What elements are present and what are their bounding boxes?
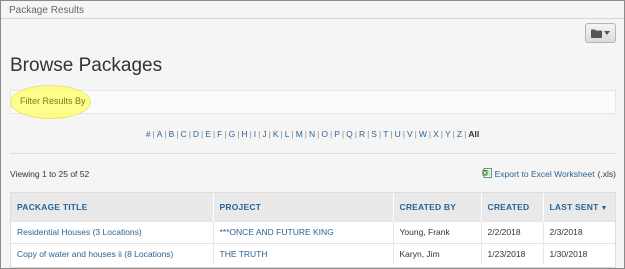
alphabet-link-k[interactable]: K bbox=[273, 129, 279, 139]
alphabet-link-x[interactable]: X bbox=[433, 129, 439, 139]
caret-down-icon bbox=[604, 31, 610, 35]
packages-table-container: PACKAGE TITLE PROJECT CREATED BY CREATED… bbox=[10, 192, 616, 268]
column-header-label: PROJECT bbox=[219, 201, 262, 212]
alphabet-separator: | bbox=[201, 129, 204, 139]
alphabet-separator: | bbox=[188, 129, 191, 139]
last-sent-cell: 1/30/2018 bbox=[543, 242, 615, 265]
created-by-cell: Young, Frank bbox=[393, 220, 482, 243]
alphabet-link-l[interactable]: L bbox=[285, 129, 290, 139]
column-header-label: LAST SENT bbox=[549, 201, 599, 212]
last-sent-cell: 2/3/2018 bbox=[543, 220, 615, 243]
table-row: Residential Houses (3 Locations) ***ONCE… bbox=[11, 220, 615, 243]
alphabet-separator: | bbox=[452, 129, 455, 139]
alphabet-separator: | bbox=[390, 129, 393, 139]
alphabet-separator: | bbox=[164, 129, 167, 139]
alphabet-link-z[interactable]: Z bbox=[457, 129, 462, 139]
alphabet-separator: | bbox=[402, 129, 405, 139]
alphabet-separator: | bbox=[152, 129, 155, 139]
alphabet-link-d[interactable]: D bbox=[193, 129, 199, 139]
alphabet-filter: # | A | B | C | D | E | F | G | H | I | J | K | L | M | N | O | P | Q | R | S |… bbox=[1, 129, 624, 139]
alphabet-separator: | bbox=[291, 129, 294, 139]
alphabet-link-v[interactable]: V bbox=[407, 129, 413, 139]
alphabet-link-q[interactable]: Q bbox=[346, 129, 353, 139]
created-cell: 1/23/2018 bbox=[481, 242, 544, 265]
export-ext: (.xls) bbox=[597, 169, 616, 179]
alphabet-link-r[interactable]: R bbox=[359, 129, 365, 139]
alphabet-link-o[interactable]: O bbox=[321, 129, 328, 139]
alphabet-separator: | bbox=[176, 129, 179, 139]
package-results-page: Package Results Browse Packages Filter R… bbox=[0, 0, 625, 269]
alphabet-link-c[interactable]: C bbox=[181, 129, 187, 139]
alphabet-link-j[interactable]: J bbox=[262, 129, 266, 139]
package-title-link[interactable]: Residential Houses (3 Locations) bbox=[11, 220, 214, 243]
alphabet-separator: | bbox=[367, 129, 370, 139]
column-header-project[interactable]: PROJECT bbox=[213, 193, 394, 221]
created-cell: 2/2/2018 bbox=[481, 220, 544, 243]
column-header-label: CREATED bbox=[487, 201, 530, 212]
sort-desc-icon: ▼ bbox=[600, 204, 608, 212]
alphabet-separator: | bbox=[249, 129, 252, 139]
page-title: Browse Packages bbox=[10, 55, 163, 76]
alphabet-link-n[interactable]: N bbox=[309, 129, 315, 139]
folder-icon bbox=[591, 29, 602, 38]
table-header-row: PACKAGE TITLE PROJECT CREATED BY CREATED… bbox=[11, 193, 615, 221]
alphabet-link-b[interactable]: B bbox=[169, 129, 175, 139]
alphabet-separator: | bbox=[280, 129, 283, 139]
table-row: Copy of water and houses ii (8 Locations… bbox=[11, 242, 615, 265]
alphabet-separator: | bbox=[329, 129, 333, 139]
topbar-divider bbox=[1, 18, 624, 19]
alphabet-separator: | bbox=[378, 129, 382, 139]
alphabet-link-p[interactable]: P bbox=[334, 129, 340, 139]
alphabet-link-m[interactable]: M bbox=[296, 129, 303, 139]
alphabet-link-all[interactable]: All bbox=[468, 129, 479, 139]
viewing-count: Viewing 1 to 25 of 52 bbox=[10, 169, 90, 179]
alphabet-separator: | bbox=[354, 129, 357, 139]
alphabet-separator: | bbox=[268, 129, 271, 139]
alphabet-separator: | bbox=[258, 129, 261, 139]
alphabet-divider bbox=[10, 153, 616, 154]
breadcrumb: Package Results bbox=[9, 5, 85, 16]
column-header-label: PACKAGE TITLE bbox=[17, 201, 88, 212]
alphabet-link-u[interactable]: U bbox=[395, 129, 401, 139]
alphabet-link-a[interactable]: A bbox=[157, 129, 163, 139]
alphabet-link-f[interactable]: F bbox=[217, 129, 222, 139]
column-header-label: CREATED BY bbox=[399, 201, 457, 212]
column-header-created[interactable]: CREATED bbox=[481, 193, 544, 221]
alphabet-separator: | bbox=[414, 129, 417, 139]
folder-menu-button[interactable] bbox=[585, 23, 616, 43]
alphabet-separator: | bbox=[237, 129, 240, 139]
alphabet-separator: | bbox=[341, 129, 345, 139]
export-excel-link[interactable]: Export to Excel Worksheet (.xls) bbox=[482, 168, 616, 180]
alphabet-link-w[interactable]: W bbox=[419, 129, 427, 139]
project-link[interactable]: THE TRUTH bbox=[213, 242, 394, 265]
filter-bar[interactable] bbox=[10, 90, 616, 114]
column-header-created-by[interactable]: CREATED BY bbox=[393, 193, 482, 221]
created-by-cell: Karyn, Jim bbox=[393, 242, 482, 265]
alphabet-separator: | bbox=[428, 129, 432, 139]
alphabet-separator: | bbox=[224, 129, 227, 139]
export-label: Export to Excel Worksheet bbox=[494, 169, 595, 179]
alphabet-link-t[interactable]: T bbox=[383, 129, 388, 139]
alphabet-link-i[interactable]: I bbox=[254, 129, 256, 139]
excel-icon bbox=[482, 168, 492, 180]
alphabet-link-h[interactable]: H bbox=[241, 129, 247, 139]
alphabet-separator: | bbox=[317, 129, 320, 139]
filter-results-toggle[interactable]: Filter Results By bbox=[20, 96, 86, 106]
alphabet-link-s[interactable]: S bbox=[371, 129, 377, 139]
alphabet-separator: | bbox=[440, 129, 443, 139]
alphabet-separator: | bbox=[304, 129, 307, 139]
column-header-package-title[interactable]: PACKAGE TITLE bbox=[11, 193, 214, 221]
alphabet-separator: | bbox=[212, 129, 216, 139]
alphabet-link-e[interactable]: E bbox=[205, 129, 211, 139]
packages-table: PACKAGE TITLE PROJECT CREATED BY CREATED… bbox=[11, 193, 615, 265]
alphabet-link-number[interactable]: # bbox=[146, 129, 151, 139]
project-link[interactable]: ***ONCE AND FUTURE KING bbox=[213, 220, 394, 243]
alphabet-link-g[interactable]: G bbox=[229, 129, 236, 139]
alphabet-separator: | bbox=[464, 129, 467, 139]
package-title-link[interactable]: Copy of water and houses ii (8 Locations… bbox=[11, 242, 214, 265]
alphabet-link-y[interactable]: Y bbox=[445, 129, 451, 139]
column-header-last-sent[interactable]: LAST SENT ▼ bbox=[543, 193, 615, 221]
